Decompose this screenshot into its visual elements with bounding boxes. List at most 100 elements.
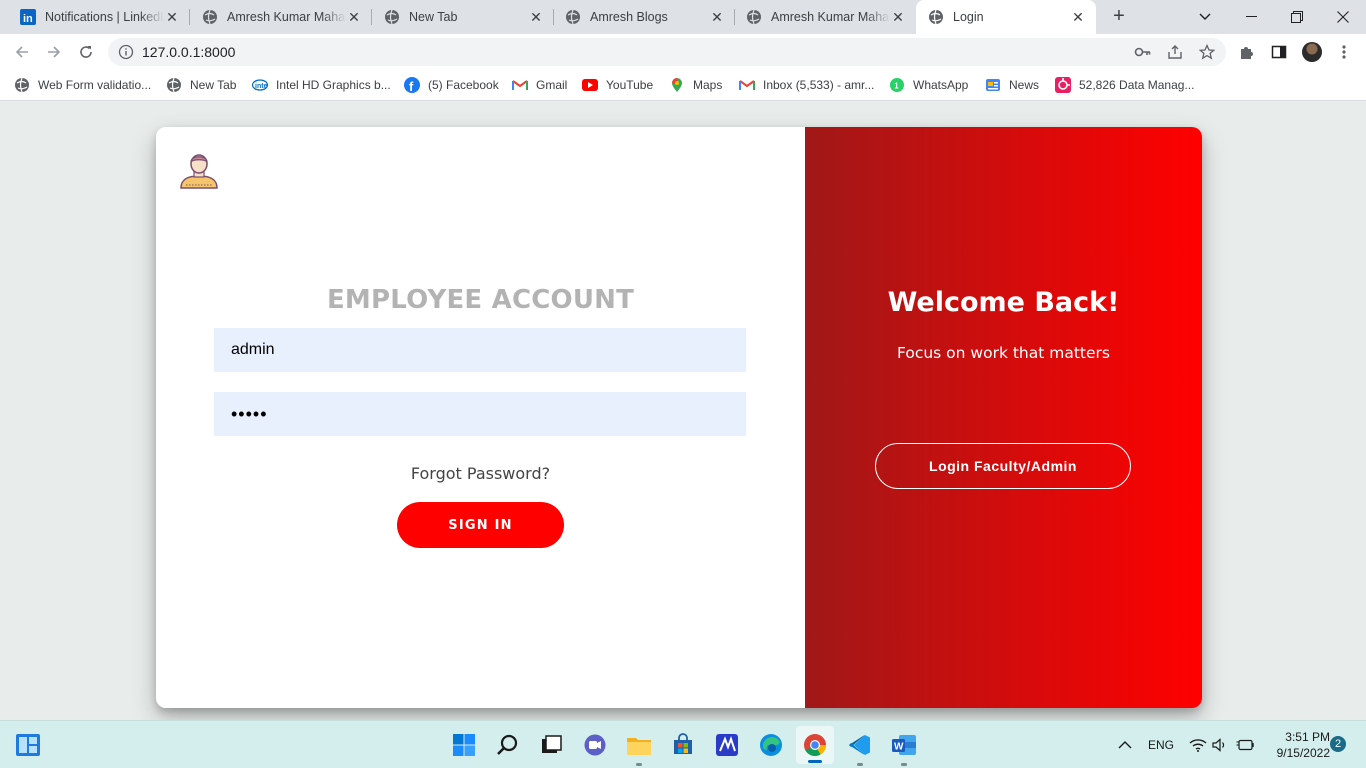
profile-avatar[interactable] — [1302, 42, 1322, 62]
teams-chat-icon[interactable] — [581, 731, 609, 759]
tab-strip: in Notifications | LinkedIn ✕ Amresh Kum… — [0, 0, 1366, 34]
gmail-icon — [739, 77, 755, 93]
taskbar-clock[interactable]: 3:51 PM 9/15/2022 — [1262, 729, 1330, 761]
tab-amresh-kumar-mahato-2[interactable]: Amresh Kumar Mahato ✕ — [726, 0, 916, 34]
close-icon[interactable]: ✕ — [346, 9, 362, 25]
address-url: 127.0.0.1:8000 — [142, 44, 236, 60]
word-icon[interactable]: W — [890, 731, 918, 766]
bookmark-intel-hd-graphics[interactable]: intel Intel HD Graphics b... — [252, 76, 391, 94]
file-explorer-icon[interactable] — [625, 731, 653, 766]
password-input[interactable] — [214, 392, 746, 436]
whatsapp-icon: 1 — [889, 77, 905, 93]
bookmark-facebook[interactable]: f (5) Facebook — [404, 76, 499, 94]
tab-login[interactable]: Login ✕ — [916, 0, 1096, 34]
windows-start-icon[interactable] — [450, 731, 478, 759]
close-icon[interactable]: ✕ — [709, 9, 725, 25]
globe-icon — [14, 77, 30, 93]
login-faculty-admin-button[interactable]: Login Faculty/Admin — [875, 443, 1131, 489]
search-icon[interactable] — [494, 731, 522, 759]
share-icon[interactable] — [1166, 43, 1184, 61]
tab-title: Amresh Kumar Mahato — [771, 10, 890, 24]
close-icon[interactable]: ✕ — [164, 9, 180, 25]
reload-icon[interactable] — [72, 38, 100, 66]
chrome-browser-icon[interactable] — [796, 726, 834, 764]
bookmark-data-management[interactable]: 52,826 Data Manag... — [1055, 76, 1194, 94]
facebook-icon: f — [404, 77, 420, 93]
bookmark-label: YouTube — [606, 78, 654, 92]
notification-badge[interactable]: 2 — [1330, 736, 1346, 752]
svg-text:f: f — [409, 79, 414, 93]
bookmark-web-form-validation[interactable]: Web Form validatio... — [14, 76, 151, 94]
tab-new-tab[interactable]: New Tab ✕ — [364, 0, 554, 34]
back-arrow-icon[interactable] — [8, 38, 36, 66]
close-icon[interactable]: ✕ — [1070, 9, 1086, 25]
show-hidden-icons-chevron-icon[interactable] — [1118, 721, 1132, 768]
math-app-icon[interactable] — [713, 731, 741, 759]
bookmark-gmail[interactable]: Gmail — [512, 76, 567, 94]
close-icon[interactable]: ✕ — [890, 9, 906, 25]
welcome-title: Welcome Back! — [887, 287, 1120, 318]
battery-icon[interactable] — [1236, 721, 1254, 768]
forward-arrow-icon[interactable] — [40, 38, 68, 66]
tab-amresh-kumar-mahato[interactable]: Amresh Kumar Mahato ✕ — [182, 0, 372, 34]
bookmark-label: 52,826 Data Manag... — [1079, 78, 1195, 92]
bookmark-youtube[interactable]: YouTube — [582, 76, 653, 94]
bookmark-inbox[interactable]: Inbox (5,533) - amr... — [739, 76, 874, 94]
page-viewport: EMPLOYEE ACCOUNT Forgot Password? SIGN I… — [0, 101, 1366, 720]
side-panel-icon[interactable] — [1269, 42, 1289, 62]
tab-title: Notifications | LinkedIn — [45, 10, 164, 24]
restore-icon[interactable] — [1274, 0, 1320, 34]
widgets-icon[interactable] — [14, 731, 42, 759]
edge-browser-icon[interactable] — [757, 731, 785, 759]
extensions-puzzle-icon[interactable] — [1237, 42, 1257, 62]
youtube-icon — [582, 77, 598, 93]
bookmark-news[interactable]: News — [985, 76, 1039, 94]
windows-taskbar: W ENG 3:51 PM 9/15/2022 — [0, 720, 1366, 768]
tab-notifications-linkedin[interactable]: in Notifications | LinkedIn ✕ — [0, 0, 190, 34]
employee-login-panel: EMPLOYEE ACCOUNT Forgot Password? SIGN I… — [156, 127, 805, 708]
bookmark-new-tab[interactable]: New Tab — [166, 76, 236, 94]
bookmark-whatsapp[interactable]: 1 WhatsApp — [889, 76, 968, 94]
close-icon[interactable]: ✕ — [528, 9, 544, 25]
data-icon — [1055, 77, 1071, 93]
bookmark-label: WhatsApp — [913, 78, 969, 92]
svg-text:W: W — [894, 742, 904, 753]
tab-amresh-blogs[interactable]: Amresh Blogs ✕ — [545, 0, 735, 34]
address-bar[interactable]: 127.0.0.1:8000 — [108, 38, 1226, 66]
bookmark-label: Maps — [693, 78, 723, 92]
more-menu-icon[interactable] — [1334, 42, 1354, 62]
key-icon[interactable] — [1134, 43, 1152, 61]
clock-time: 3:51 PM — [1285, 730, 1330, 744]
username-input[interactable] — [214, 328, 746, 372]
globe-icon — [384, 9, 400, 25]
globe-icon — [746, 9, 762, 25]
bookmark-star-icon[interactable] — [1198, 43, 1216, 61]
globe-icon — [166, 77, 182, 93]
microsoft-store-icon[interactable] — [669, 731, 697, 759]
bookmark-label: New Tab — [190, 78, 237, 92]
volume-icon[interactable] — [1212, 721, 1228, 768]
forgot-password-link[interactable]: Forgot Password? — [156, 464, 805, 483]
tab-search-chevron-icon[interactable] — [1182, 0, 1228, 34]
welcome-subtitle: Focus on work that matters — [896, 344, 1110, 362]
bookmark-label: Inbox (5,533) - amr... — [763, 78, 875, 92]
close-window-icon[interactable] — [1320, 0, 1366, 34]
wifi-icon[interactable] — [1189, 721, 1207, 768]
intel-icon: intel — [252, 77, 268, 93]
language-indicator[interactable]: ENG — [1148, 721, 1174, 768]
svg-text:intel: intel — [255, 83, 268, 90]
info-icon[interactable] — [118, 44, 134, 65]
new-tab-button[interactable]: + — [1108, 6, 1130, 28]
bookmark-label: Gmail — [536, 78, 568, 92]
task-view-icon[interactable] — [537, 731, 565, 759]
bookmark-label: Intel HD Graphics b... — [276, 78, 391, 92]
tab-title: Login — [953, 10, 984, 24]
globe-icon — [565, 9, 581, 25]
vscode-icon[interactable] — [846, 731, 874, 766]
minimize-icon[interactable] — [1228, 0, 1274, 34]
bookmark-maps[interactable]: Maps — [669, 76, 722, 94]
globe-icon — [928, 9, 944, 25]
news-icon — [985, 77, 1001, 93]
sign-in-button[interactable]: SIGN IN — [397, 502, 564, 548]
login-card: EMPLOYEE ACCOUNT Forgot Password? SIGN I… — [156, 127, 1202, 708]
